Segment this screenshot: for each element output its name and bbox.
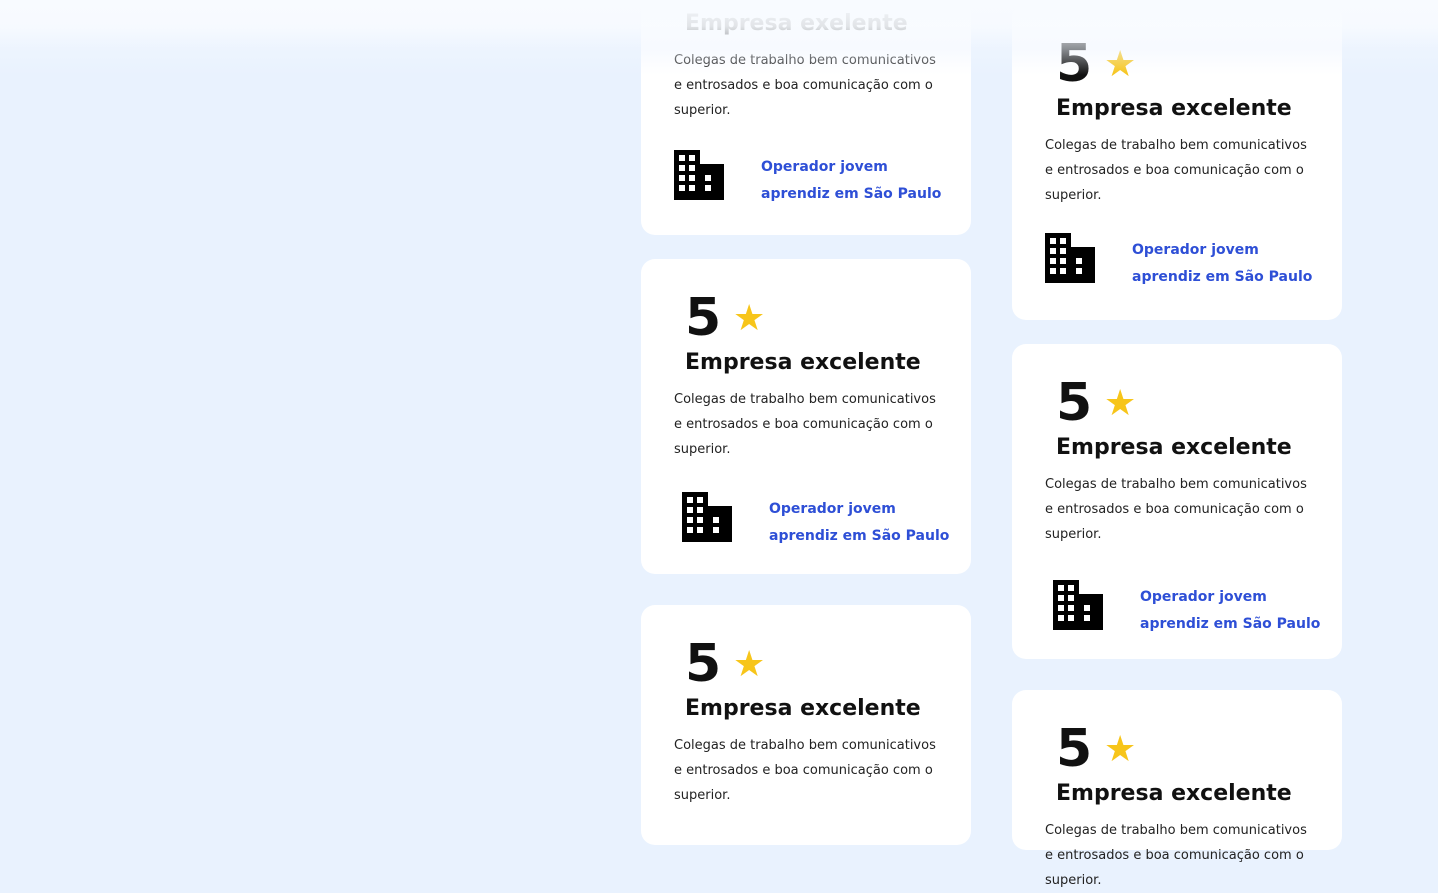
review-text: Colegas de trabalho bem comunicativos e … bbox=[674, 392, 936, 457]
building-icon bbox=[1045, 233, 1095, 283]
rating-value: 5 bbox=[1056, 34, 1092, 94]
rating-value: 5 bbox=[1056, 373, 1092, 433]
building-icon bbox=[682, 492, 732, 542]
review-title: Empresa excelente bbox=[1056, 435, 1292, 460]
star-icon: ★ bbox=[733, 298, 766, 339]
job-link[interactable]: Operador jovem aprendiz em São Paulo bbox=[761, 154, 951, 208]
star-icon: ★ bbox=[1104, 383, 1137, 424]
review-text: Colegas de trabalho bem comunicativos e … bbox=[1045, 823, 1307, 888]
building-icon bbox=[674, 150, 724, 200]
review-title: Empresa excelente bbox=[1056, 781, 1292, 806]
review-title: Empresa excelente bbox=[685, 350, 921, 375]
review-card: 5 ★ Empresa excelente Colegas de trabalh… bbox=[641, 605, 971, 845]
review-card: 5 ★ Empresa excelente Colegas de trabalh… bbox=[1012, 344, 1342, 659]
job-link[interactable]: Operador jovem aprendiz em São Paulo bbox=[769, 496, 959, 550]
star-icon: ★ bbox=[1104, 44, 1137, 85]
review-text: Colegas de trabalho bem comunicativos e … bbox=[674, 53, 936, 118]
review-card: 5 ★ Empresa excelente Colegas de trabalh… bbox=[641, 259, 971, 574]
review-card: 5 ★ Empresa excelente Colegas de trabalh… bbox=[1012, 690, 1342, 888]
review-title: Empresa exelente bbox=[685, 11, 908, 36]
review-text: Colegas de trabalho bem comunicativos e … bbox=[1045, 477, 1307, 542]
review-card: Empresa exelente Colegas de trabalho bem… bbox=[641, 0, 971, 235]
review-title: Empresa excelente bbox=[1056, 96, 1292, 121]
rating-value: 5 bbox=[685, 634, 721, 694]
review-text: Colegas de trabalho bem comunicativos e … bbox=[1045, 138, 1307, 203]
review-title: Empresa excelente bbox=[685, 696, 921, 721]
review-text: Colegas de trabalho bem comunicativos e … bbox=[674, 738, 936, 803]
review-card: 5 ★ Empresa excelente Colegas de trabalh… bbox=[1012, 5, 1342, 320]
building-icon bbox=[1053, 580, 1103, 630]
job-link[interactable]: Operador jovem aprendiz em São Paulo bbox=[1132, 237, 1322, 291]
rating-value: 5 bbox=[1056, 719, 1092, 779]
star-icon: ★ bbox=[1104, 729, 1137, 770]
star-icon: ★ bbox=[733, 644, 766, 685]
job-link[interactable]: Operador jovem aprendiz em São Paulo bbox=[1140, 584, 1330, 638]
rating-value: 5 bbox=[685, 288, 721, 348]
